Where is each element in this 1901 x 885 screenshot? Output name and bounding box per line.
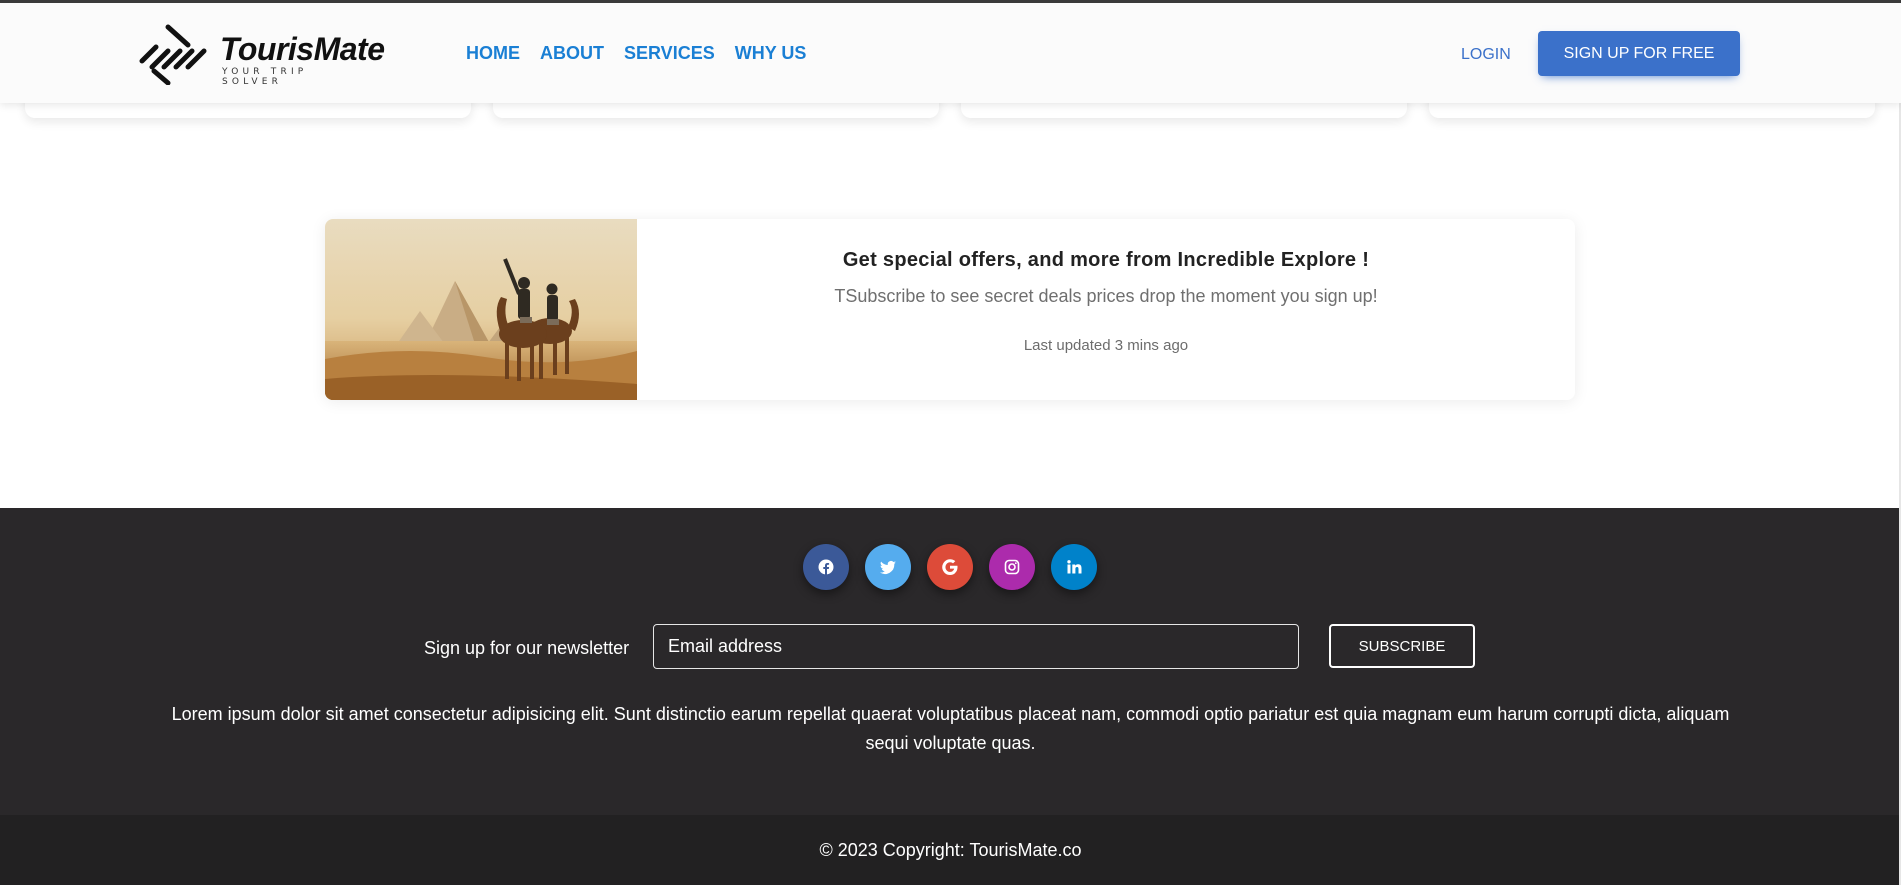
logo-arrows-icon [139, 24, 207, 85]
navbar: TourisMate YOUR TRIP SOLVER HOME ABOUT S… [0, 3, 1901, 103]
google-icon [942, 559, 958, 575]
google-button[interactable] [927, 544, 973, 590]
instagram-button[interactable] [989, 544, 1035, 590]
nav-services-link[interactable]: SERVICES [624, 43, 715, 64]
offer-last-updated: Last updated 3 mins ago [1023, 337, 1189, 354]
facebook-button[interactable] [803, 544, 849, 590]
logo-wordmark: TourisMate [220, 31, 385, 67]
footer-description: Lorem ipsum dolor sit amet consectetur a… [171, 704, 1730, 753]
twitter-icon [880, 560, 896, 574]
offer-body: Get special offers, and more from Incred… [637, 219, 1575, 400]
offer-card: Get special offers, and more from Incred… [325, 219, 1575, 400]
copyright-bar: © 2023 Copyright: TourisMate.co [0, 815, 1901, 885]
signup-button[interactable]: SIGN UP FOR FREE [1538, 31, 1740, 76]
social-links [803, 544, 1097, 590]
facebook-icon [818, 559, 834, 575]
subscribe-button[interactable]: SUBSCRIBE [1329, 624, 1475, 668]
linkedin-button[interactable] [1051, 544, 1097, 590]
twitter-button[interactable] [865, 544, 911, 590]
newsletter-label: Sign up for our newsletter [424, 638, 630, 658]
login-link[interactable]: LOGIN [1461, 46, 1511, 64]
top-border [0, 0, 1901, 3]
nav-why-us-link[interactable]: WHY US [735, 43, 807, 64]
email-input[interactable] [653, 624, 1299, 669]
offer-text: TSubscribe to see secret deals prices dr… [834, 286, 1378, 306]
linkedin-icon [1067, 560, 1082, 574]
logo-tagline: YOUR TRIP SOLVER [222, 67, 308, 87]
offer-title: Get special offers, and more from Incred… [842, 249, 1370, 271]
nav-about-link[interactable]: ABOUT [540, 43, 604, 64]
logo[interactable]: TourisMate YOUR TRIP SOLVER [138, 23, 385, 87]
nav-home-link[interactable]: HOME [466, 43, 520, 64]
copyright-text: © 2023 Copyright: TourisMate.co [819, 840, 1082, 860]
camels-pyramids-photo [325, 219, 637, 400]
footer: Sign up for our newsletter SUBSCRIBE Lor… [0, 508, 1901, 815]
nav-links: HOME ABOUT SERVICES WHY US [466, 43, 806, 64]
instagram-icon [1004, 559, 1020, 575]
